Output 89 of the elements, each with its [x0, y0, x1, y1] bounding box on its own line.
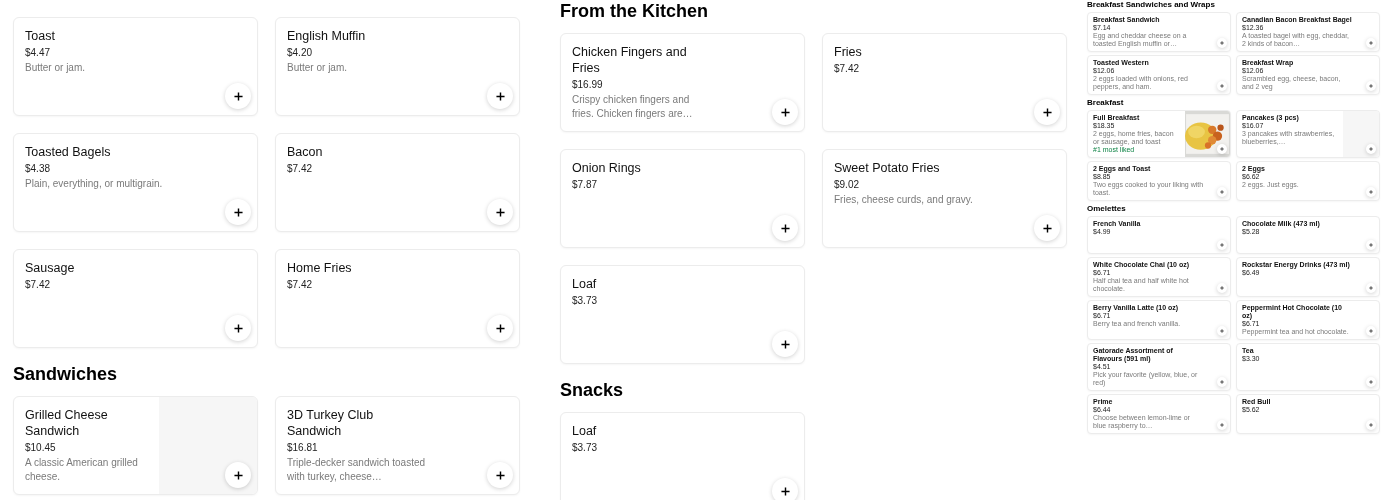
item-description: Butter or jam.: [287, 61, 349, 75]
item-description: Triple-decker sandwich toasted with turkey, cheese…: [287, 456, 427, 484]
item-name: Onion Rings: [572, 160, 642, 176]
plus-icon: [1220, 286, 1224, 290]
plus-icon: [1369, 41, 1373, 45]
item-name: Sausage: [25, 260, 76, 276]
item-name: Toast: [25, 28, 56, 44]
item-name: Grilled Cheese Sandwich: [25, 407, 109, 439]
plus-icon: [495, 470, 505, 480]
plus-icon: [780, 107, 790, 117]
item-price: $3.73: [572, 294, 599, 307]
menu-item-card[interactable]: Chicken Fingers and Fries $16.99 Crispy chicken fingers and fries. Chicken fingers are…: [560, 33, 805, 132]
plus-icon: [780, 339, 790, 349]
item-name: Fries: [834, 44, 863, 60]
item-name: Sweet Potato Fries: [834, 160, 941, 176]
item-name: Home Fries: [287, 260, 353, 276]
plus-icon: [1369, 423, 1373, 427]
add-button[interactable]: [772, 478, 798, 500]
item-description: Crispy chicken fingers and fries. Chicken fingers are…: [572, 93, 694, 121]
plus-icon: [1220, 190, 1224, 194]
plus-icon: [1220, 41, 1224, 45]
plus-icon: [1369, 380, 1373, 384]
item-description: Plain, everything, or multigrain.: [25, 177, 164, 191]
item-name: 3D Turkey Club Sandwich: [287, 407, 375, 439]
item-name: Bacon: [287, 144, 324, 160]
menu-item-card[interactable]: Toast $4.47 Butter or jam.: [13, 17, 258, 116]
plus-icon: [1220, 423, 1224, 427]
plus-icon: [1042, 223, 1052, 233]
menu-item-card[interactable]: Home Fries $7.42: [275, 249, 520, 348]
item-price: $4.20: [287, 46, 314, 59]
item-price: $7.42: [287, 278, 314, 291]
item-price: $16.81: [287, 441, 319, 454]
plus-icon: [1369, 190, 1373, 194]
item-name: English Muffin: [287, 28, 367, 44]
item-price: $16.99: [572, 78, 604, 91]
section-heading: Snacks: [560, 379, 625, 401]
menu-item-card[interactable]: Bacon $7.42: [275, 133, 520, 232]
plus-icon: [1220, 380, 1224, 384]
plus-icon: [233, 470, 243, 480]
menu-item-card[interactable]: Loaf $3.73: [560, 265, 805, 364]
plus-icon: [1220, 84, 1224, 88]
plus-icon: [780, 486, 790, 496]
plus-icon: [233, 91, 243, 101]
section-heading: Breakfast Sandwiches and Wraps: [1087, 0, 1216, 10]
menu-item-card[interactable]: Sausage $7.42: [13, 249, 258, 348]
section-heading: Sandwiches: [13, 363, 119, 385]
plus-icon: [495, 323, 505, 333]
plus-icon: [1369, 84, 1373, 88]
plus-icon: [1220, 147, 1224, 151]
section-heading: From the Kitchen: [560, 0, 709, 22]
plus-icon: [780, 223, 790, 233]
plus-icon: [1369, 286, 1373, 290]
menu-item-card[interactable]: Grilled Cheese Sandwich $10.45 A classic American grilled cheese.: [13, 396, 258, 495]
item-price: $9.02: [834, 178, 861, 191]
plus-icon: [495, 207, 505, 217]
plus-icon: [1220, 243, 1224, 247]
plus-icon: [1369, 329, 1373, 333]
item-price: $3.73: [572, 441, 599, 454]
item-description: A classic American grilled cheese.: [25, 456, 139, 484]
menu-item-card[interactable]: Onion Rings $7.87: [560, 149, 805, 248]
menu-item-card[interactable]: Sweet Potato Fries $9.02 Fries, cheese curds, and gravy.: [822, 149, 1067, 248]
plus-icon: [233, 207, 243, 217]
item-price: $7.87: [572, 178, 599, 191]
plus-icon: [1369, 243, 1373, 247]
item-price: $10.45: [25, 441, 57, 454]
plus-icon: [1220, 329, 1224, 333]
item-price: $7.42: [25, 278, 52, 291]
plus-icon: [233, 323, 243, 333]
image-placeholder: [1343, 111, 1379, 157]
menu-item-card[interactable]: Toasted Bagels $4.38 Plain, everything, or multigrain.: [13, 133, 258, 232]
plus-icon: [1369, 147, 1373, 151]
item-description: Butter or jam.: [25, 61, 87, 75]
item-name: Toasted Bagels: [25, 144, 112, 160]
item-price: $7.42: [287, 162, 314, 175]
section-heading: Breakfast: [1087, 98, 1125, 108]
plus-icon: [1042, 107, 1052, 117]
item-name: Loaf: [572, 276, 598, 292]
menu-item-card[interactable]: 3D Turkey Club Sandwich $16.81 Triple-decker sandwich toasted with turkey, cheese…: [275, 396, 520, 495]
plus-icon: [495, 91, 505, 101]
menu-item-card[interactable]: Loaf $3.73: [560, 412, 805, 500]
menu-item-card[interactable]: Fries $7.42: [822, 33, 1067, 132]
item-name: Chicken Fingers and Fries: [572, 44, 688, 76]
item-price: $4.47: [25, 46, 52, 59]
menu-item-card[interactable]: English Muffin $4.20 Butter or jam.: [275, 17, 520, 116]
section-heading: Omelettes: [1087, 204, 1127, 214]
item-price: $4.38: [25, 162, 52, 175]
item-name: Loaf: [572, 423, 598, 439]
item-price: $7.42: [834, 62, 861, 75]
item-description: Fries, cheese curds, and gravy.: [834, 193, 974, 207]
